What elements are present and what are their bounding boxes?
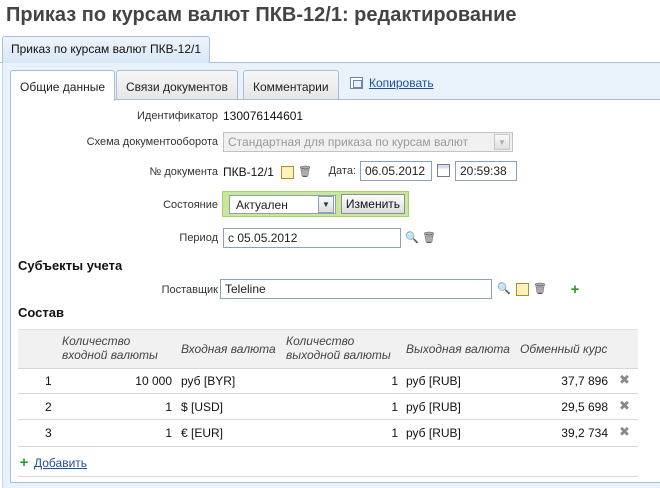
row-divider xyxy=(18,393,638,394)
add-icon[interactable]: + xyxy=(17,455,31,470)
binoculars-icon[interactable]: 🔍 xyxy=(497,282,511,296)
workflow-select: Стандартная для приказа по курсам валют xyxy=(223,132,513,152)
header-rate: Обменный курс xyxy=(520,342,608,356)
workflow-dropdown-arrow: ▼ xyxy=(494,134,510,150)
doc-number-value: ПКВ-12/1 xyxy=(223,165,274,179)
trash-icon[interactable]: 🗑 xyxy=(533,282,547,296)
change-state-button[interactable]: Изменить xyxy=(341,194,405,214)
cell-cur-in: $ [USD] xyxy=(181,400,224,414)
cell-rate: 29,5 698 xyxy=(561,400,608,414)
row-number: 2 xyxy=(45,400,52,414)
bottom-divider xyxy=(18,476,638,477)
page-title: Приказ по курсам валют ПКВ-12/1: редакти… xyxy=(6,4,517,26)
date-input[interactable]: 06.05.2012 xyxy=(360,161,432,181)
outer-tab[interactable]: Приказ по курсам валют ПКВ-12/1 xyxy=(2,36,211,63)
state-select[interactable]: Актуален ▼ xyxy=(229,195,336,214)
tab-document-links[interactable]: Связи документов xyxy=(116,70,238,99)
header-qty-in: Количество входной валюты xyxy=(62,334,158,362)
period-input[interactable]: с 05.05.2012 xyxy=(223,228,401,248)
copy-link[interactable]: Копировать xyxy=(369,76,434,90)
add-supplier-icon[interactable]: + xyxy=(568,282,582,297)
tab-general[interactable]: Общие данные xyxy=(10,70,116,101)
state-value: Актуален xyxy=(236,198,288,212)
cell-qty-in: 1 xyxy=(165,400,172,414)
cell-cur-out: руб [RUB] xyxy=(406,374,461,388)
cell-cur-out: руб [RUB] xyxy=(406,400,461,414)
cell-qty-out: 1 xyxy=(391,400,398,414)
cell-cur-out: руб [RUB] xyxy=(406,426,461,440)
cell-cur-in: руб [BYR] xyxy=(181,374,236,388)
composition-section-title: Состав xyxy=(18,305,64,320)
cell-qty-out: 1 xyxy=(391,426,398,440)
copy-icon[interactable] xyxy=(350,77,363,89)
add-row-link[interactable]: Добавить xyxy=(34,456,87,470)
header-qty-out: Количество выходной валюты xyxy=(286,334,391,362)
delete-row-icon[interactable]: ✖ xyxy=(619,424,630,440)
date-label: Дата: xyxy=(328,165,356,177)
cell-rate: 39,2 734 xyxy=(561,426,608,440)
header-cur-in: Входная валюта xyxy=(181,342,276,356)
time-input[interactable]: 20:59:38 xyxy=(455,161,517,181)
row-number: 1 xyxy=(45,374,52,388)
delete-row-icon[interactable]: ✖ xyxy=(619,398,630,414)
delete-row-icon[interactable]: ✖ xyxy=(619,372,630,388)
identifier-value: 130076144601 xyxy=(223,109,304,123)
cell-cur-in: € [EUR] xyxy=(181,426,224,440)
trash-icon[interactable]: 🗑 xyxy=(298,165,312,179)
supplier-label: Поставщик xyxy=(161,284,218,296)
edit-icon[interactable] xyxy=(281,166,294,179)
tab-comments[interactable]: Комментарии xyxy=(243,70,339,99)
calendar-icon[interactable] xyxy=(437,164,450,177)
binoculars-icon[interactable]: 🔍 xyxy=(405,231,419,245)
row-divider xyxy=(18,446,638,447)
cell-qty-in: 10 000 xyxy=(135,374,172,388)
period-label: Период xyxy=(179,232,218,244)
identifier-label: Идентификатор xyxy=(137,110,218,122)
workflow-label: Схема документооборота xyxy=(86,136,218,148)
subjects-section-title: Субъекты учета xyxy=(18,258,123,273)
edit-icon[interactable] xyxy=(516,283,529,296)
row-number: 3 xyxy=(45,426,52,440)
state-dropdown-arrow[interactable]: ▼ xyxy=(318,196,334,213)
cell-qty-in: 1 xyxy=(165,426,172,440)
cell-rate: 37,7 896 xyxy=(561,374,608,388)
trash-icon[interactable]: 🗑 xyxy=(422,231,436,245)
cell-qty-out: 1 xyxy=(391,374,398,388)
supplier-input[interactable]: Teleline xyxy=(220,279,492,299)
doc-number-label: № документа xyxy=(149,166,219,178)
header-cur-out: Выходная валюта xyxy=(406,342,510,356)
row-divider xyxy=(18,419,638,420)
state-label: Состояние xyxy=(163,199,218,211)
